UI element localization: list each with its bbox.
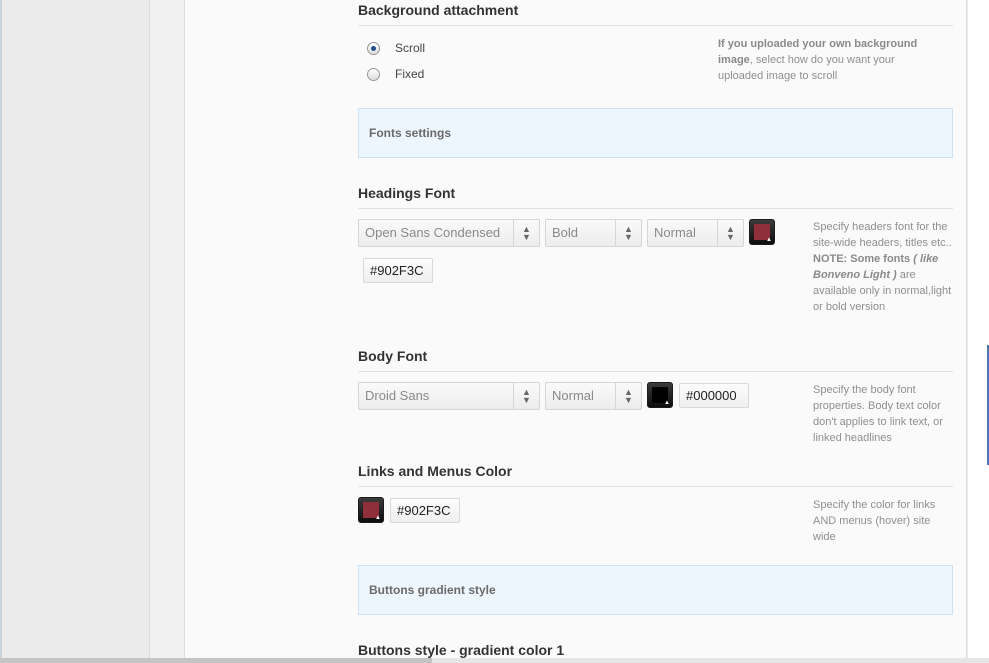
up-down-chevron-icon: ▲ ▼ [513,383,539,409]
body-font-description: Specify the body font properties. Body t… [813,384,943,444]
headings-font-family-value: Open Sans Condensed [365,225,501,240]
fonts-settings-header: Fonts settings [358,108,953,158]
section-title-headings-font: Headings Font [358,185,953,209]
headings-font-weight-value: Bold [552,225,579,240]
panel-sidebar [150,0,185,663]
up-down-chevron-icon: ▲ ▼ [717,220,743,246]
triangle-up-icon: ▲ [664,400,670,406]
links-color-hex[interactable]: #902F3C [390,498,460,523]
headings-font-weight-select[interactable]: Bold ▲ ▼ [545,219,642,247]
background-attachment-description: If you uploaded your own background imag… [718,36,938,84]
buttons-gradient-header: Buttons gradient style [358,565,953,615]
body-font-family-select[interactable]: Droid Sans ▲ ▼ [358,382,540,410]
page-left-gutter [0,0,149,663]
body-color-hex[interactable]: #000000 [679,383,749,408]
up-down-chevron-icon: ▲ ▼ [513,220,539,246]
headings-color-hex[interactable]: #902F3C [363,258,433,283]
radio-option-fixed[interactable]: Fixed [367,66,424,82]
headings-font-desc-1: Specify headers font for the site-wide h… [813,221,952,249]
radio-fixed-label: Fixed [395,67,425,81]
horizontal-scrollbar-thumb[interactable] [0,658,432,663]
radio-fixed-input[interactable] [367,67,380,81]
links-color-picker[interactable]: ▲ [358,497,384,523]
section-title-background-attachment: Background attachment [358,2,953,26]
panel-main [186,0,966,663]
up-down-chevron-icon: ▲ ▼ [615,383,641,409]
body-color-picker[interactable]: ▲ [647,382,673,408]
radio-scroll-input[interactable] [367,41,380,55]
links-color-description: Specify the color for links AND menus (h… [813,499,936,543]
triangle-up-icon: ▲ [766,237,772,243]
radio-scroll-label: Scroll [395,41,426,55]
section-title-links-menus-color: Links and Menus Color [358,463,953,487]
right-window-strip [968,0,989,663]
headings-font-note-label: NOTE: Some fonts [813,253,914,265]
headings-font-style-value: Normal [654,225,696,240]
section-title-body-font: Body Font [358,348,953,372]
headings-font-family-select[interactable]: Open Sans Condensed ▲ ▼ [358,219,540,247]
headings-font-style-select[interactable]: Normal ▲ ▼ [647,219,744,247]
up-down-chevron-icon: ▲ ▼ [615,220,641,246]
headings-font-description: Specify headers font for the site-wide h… [813,219,953,315]
triangle-up-icon: ▲ [375,515,381,521]
body-font-weight-value: Normal [552,388,594,403]
admin-options-panel [149,0,967,663]
horizontal-scrollbar[interactable] [0,658,989,663]
body-font-weight-select[interactable]: Normal ▲ ▼ [545,382,642,410]
body-font-family-value: Droid Sans [365,388,430,403]
headings-color-picker[interactable]: ▲ [749,219,775,245]
radio-option-scroll[interactable]: Scroll [367,40,425,56]
